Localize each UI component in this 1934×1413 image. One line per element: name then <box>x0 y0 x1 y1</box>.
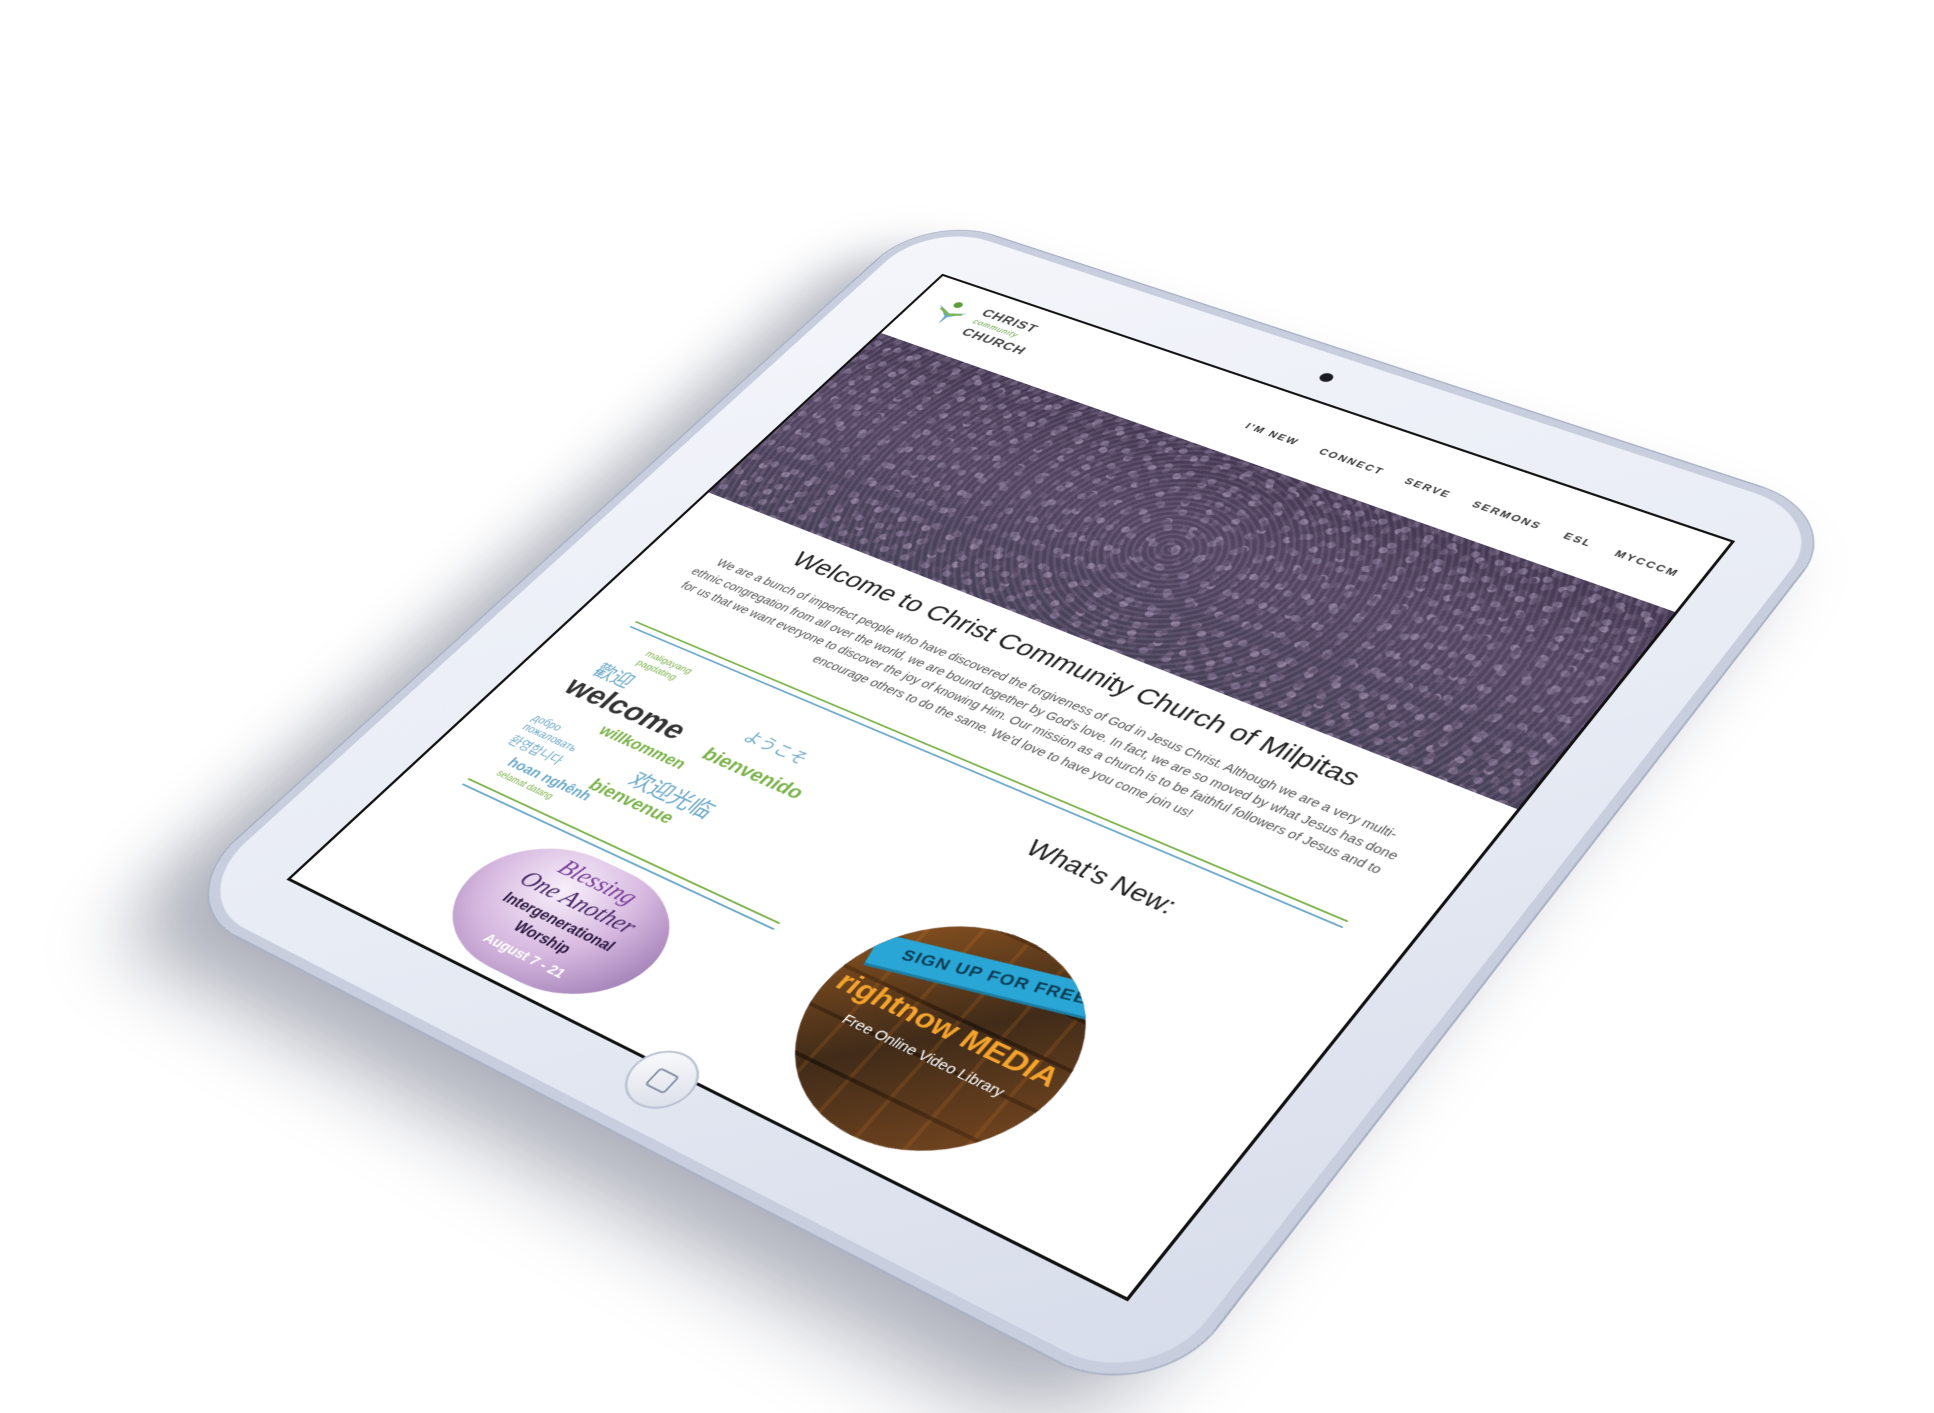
tablet-screen: CHRIST community CHURCH I'M NEW CONNECT … <box>286 274 1735 1302</box>
nav-item-im-new[interactable]: I'M NEW <box>1243 421 1302 447</box>
promo-rightnow-media[interactable]: SIGN UP FOR FREE! rightnow MEDIA Free On… <box>736 889 1142 1194</box>
nav-item-sermons[interactable]: SERMONS <box>1469 499 1544 531</box>
nav-item-serve[interactable]: SERVE <box>1402 476 1454 500</box>
stage: CHRIST community CHURCH I'M NEW CONNECT … <box>0 0 1934 1413</box>
nav-item-mycccm[interactable]: MYCCCM <box>1612 549 1682 579</box>
tablet-device: CHRIST community CHURCH I'M NEW CONNECT … <box>170 214 1846 1409</box>
nav-item-connect[interactable]: CONNECT <box>1316 447 1386 477</box>
home-square-icon <box>644 1067 680 1094</box>
camera-icon <box>1317 372 1336 384</box>
logo-mark-icon <box>919 294 982 331</box>
nav-item-esl[interactable]: ESL <box>1561 531 1595 549</box>
